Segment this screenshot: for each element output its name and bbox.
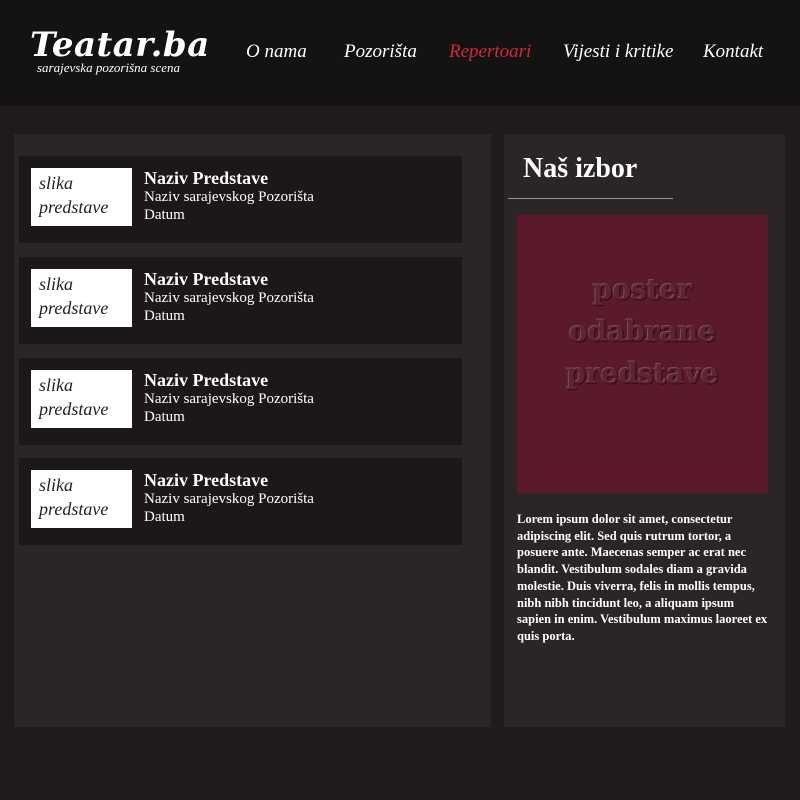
show-thumbnail: slika predstave: [31, 269, 132, 327]
poster-text-line: predstave: [566, 357, 719, 390]
show-thumbnail: slika predstave: [31, 470, 132, 528]
logo-subtitle: sarajevska pozorišna scena: [37, 60, 180, 75]
thumbnail-caption: slika: [39, 173, 73, 193]
nav-link-repertoari[interactable]: Repertoari: [449, 42, 531, 62]
nav-link-pozorista[interactable]: Pozorišta: [344, 42, 417, 62]
poster-text-line: poster: [592, 273, 693, 306]
theatre-name: Naziv sarajevskog Pozorišta: [144, 391, 314, 407]
nav-link-vijesti-i-kritike[interactable]: Vijesti i kritike: [563, 42, 673, 62]
site-logo[interactable]: Teatar.ba sarajevska pozorišna scena: [30, 26, 210, 82]
show-title: Naziv Predstave: [144, 470, 269, 490]
show-thumbnail: slika predstave: [31, 370, 132, 428]
show-date: Datum: [144, 409, 185, 425]
thumbnail-caption: predstave: [39, 298, 109, 318]
sidebar-heading: Naš izbor: [523, 153, 638, 184]
thumbnail-caption: predstave: [39, 399, 109, 419]
thumbnail-caption: predstave: [39, 197, 109, 217]
show-title: Naziv Predstave: [144, 168, 269, 188]
poster-text-line: odabrane: [568, 315, 717, 348]
repertoire-card[interactable]: slika predstave Naziv Predstave Naziv sa…: [19, 358, 462, 445]
show-date: Datum: [144, 509, 185, 525]
repertoire-card[interactable]: slika predstave Naziv Predstave Naziv sa…: [19, 156, 462, 243]
nav-link-kontakt[interactable]: Kontakt: [703, 42, 763, 62]
show-title: Naziv Predstave: [144, 370, 269, 390]
theatre-name: Naziv sarajevskog Pozorišta: [144, 189, 314, 205]
show-thumbnail: slika predstave: [31, 168, 132, 226]
show-date: Datum: [144, 207, 185, 223]
site-header: Teatar.ba sarajevska pozorišna scena O n…: [0, 0, 800, 106]
heading-divider: [508, 198, 673, 199]
logo-title: Teatar.ba: [30, 25, 210, 65]
repertoire-card[interactable]: slika predstave Naziv Predstave Naziv sa…: [19, 458, 462, 545]
thumbnail-caption: slika: [39, 375, 73, 395]
theatre-name: Naziv sarajevskog Pozorišta: [144, 491, 314, 507]
repertoire-card[interactable]: slika predstave Naziv Predstave Naziv sa…: [19, 257, 462, 344]
show-title: Naziv Predstave: [144, 269, 269, 289]
nav-link-o-nama[interactable]: O nama: [246, 42, 307, 62]
featured-sidebar: Naš izbor poster odabrane predstave Lore…: [504, 134, 785, 727]
show-date: Datum: [144, 308, 185, 324]
featured-description: Lorem ipsum dolor sit amet, consectetur …: [517, 512, 768, 643]
featured-poster[interactable]: poster odabrane predstave: [517, 215, 768, 493]
thumbnail-caption: predstave: [39, 499, 109, 519]
repertoire-list: slika predstave Naziv Predstave Naziv sa…: [14, 134, 491, 727]
thumbnail-caption: slika: [39, 475, 73, 495]
thumbnail-caption: slika: [39, 274, 73, 294]
theatre-name: Naziv sarajevskog Pozorišta: [144, 290, 314, 306]
poster-placeholder-text: poster odabrane predstave: [517, 269, 768, 395]
